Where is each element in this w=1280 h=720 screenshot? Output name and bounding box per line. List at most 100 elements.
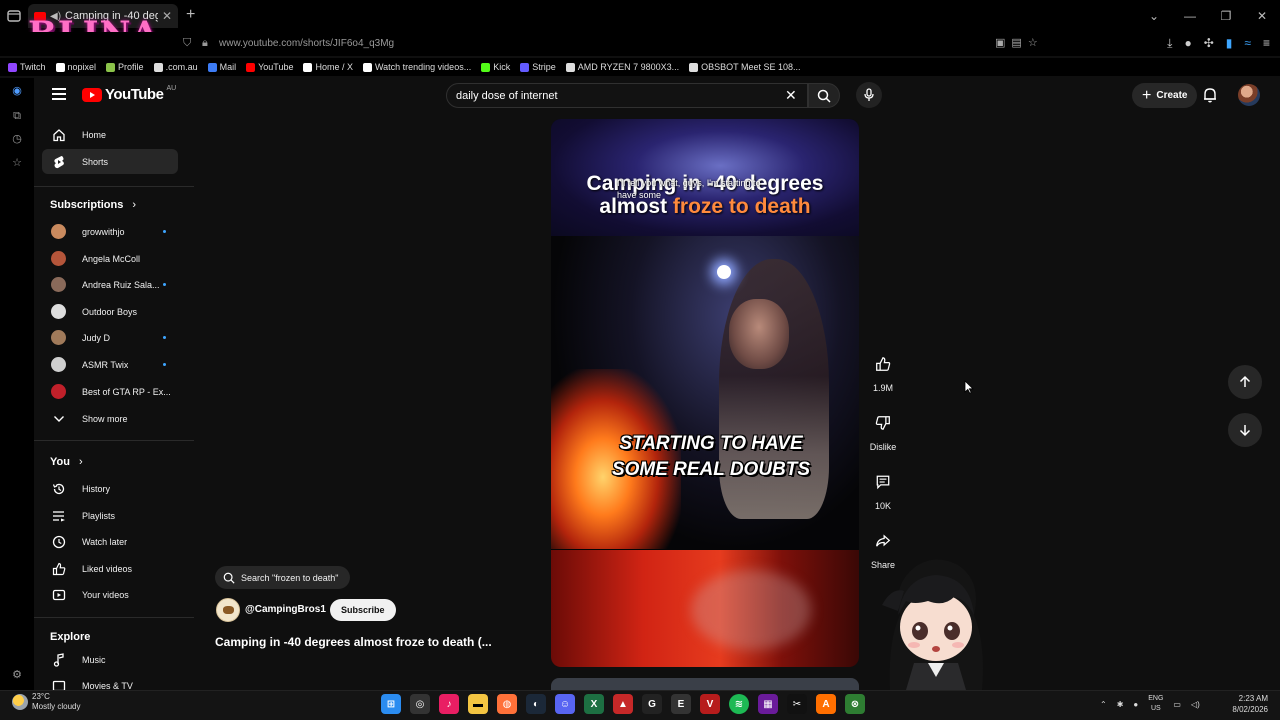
shield-icon[interactable]: ⛉	[183, 37, 191, 50]
dislike-button[interactable]: Dislike	[868, 408, 898, 452]
sidebar-item-liked-videos[interactable]: Liked videos	[42, 556, 178, 581]
subscription-item[interactable]: growwithjo	[42, 220, 178, 244]
excel-icon[interactable]: X	[584, 694, 604, 714]
app-3-icon[interactable]: V	[700, 694, 720, 714]
sidebar-item-movies[interactable]: Movies & TV	[42, 674, 178, 690]
chevron-down-icon[interactable]: ⌄	[1136, 9, 1172, 23]
github-icon[interactable]: G	[642, 694, 662, 714]
guide-menu-icon[interactable]	[52, 88, 66, 100]
bluetooth-icon[interactable]: ✱	[1117, 700, 1124, 709]
youtube-logo[interactable]: YouTube AU	[82, 85, 176, 103]
menu-icon[interactable]: ≡	[1263, 36, 1270, 51]
sidebar-item-history[interactable]: History	[42, 476, 178, 501]
steam-icon[interactable]: ◐	[526, 694, 546, 714]
previous-short-button[interactable]	[1228, 365, 1262, 399]
subscriptions-heading[interactable]: Subscriptions ›	[50, 199, 136, 211]
picture-in-picture-icon[interactable]: ▣	[995, 36, 1005, 49]
bookmark-item[interactable]: YouTube	[246, 62, 293, 72]
volume-icon[interactable]: ◁)	[1191, 700, 1200, 709]
extension-2-icon[interactable]: ≈	[1244, 36, 1251, 51]
spotify-icon[interactable]: ≋	[729, 694, 749, 714]
short-title[interactable]: Camping in -40 degrees almost froze to d…	[215, 635, 515, 649]
capcut-icon[interactable]: ✂	[787, 694, 807, 714]
file-explorer-icon[interactable]: ▬	[468, 694, 488, 714]
close-tab-icon[interactable]: ✕	[162, 9, 172, 23]
sidebar-item-your-videos[interactable]: Your videos	[42, 582, 178, 607]
comments-button[interactable]: 10K	[868, 467, 898, 511]
settings-rail-icon[interactable]: ⚙	[10, 668, 24, 682]
discord-icon[interactable]: ☺	[555, 694, 575, 714]
url-field[interactable]: www.youtube.com/shorts/JIF6o4_q3Mg	[219, 38, 394, 49]
you-heading[interactable]: You ›	[50, 456, 83, 468]
subscription-item[interactable]: Outdoor Boys	[42, 300, 178, 324]
clear-search-icon[interactable]: ✕	[785, 87, 797, 104]
bookmark-item[interactable]: .com.au	[153, 62, 198, 72]
bookmark-item[interactable]: Watch trending videos...	[362, 62, 471, 72]
app-icon[interactable]: ♪	[439, 694, 459, 714]
app-2-icon[interactable]: ▲	[613, 694, 633, 714]
bookmark-item[interactable]: Stripe	[520, 62, 556, 72]
start-icon[interactable]: ⊞	[381, 694, 401, 714]
subscription-item[interactable]: Andrea Ruiz Sala...	[42, 273, 178, 297]
subscription-item[interactable]: Angela McColl	[42, 247, 178, 271]
bookmark-item[interactable]: Home / X	[303, 62, 353, 72]
account-icon[interactable]: ●	[1184, 36, 1191, 51]
tray-chevron-icon[interactable]: ⌃	[1100, 700, 1107, 709]
voice-search-button[interactable]	[856, 82, 882, 108]
sidebar-item-playlists[interactable]: Playlists	[42, 503, 178, 528]
subscribe-button[interactable]: Subscribe	[330, 599, 396, 621]
channel-avatar[interactable]	[216, 598, 240, 622]
search-query[interactable]: daily dose of internet	[456, 90, 558, 102]
minimize-icon[interactable]: —	[1172, 9, 1208, 23]
extension-icon[interactable]: ▮	[1226, 36, 1233, 51]
bookmark-item[interactable]: nopixel	[55, 62, 96, 72]
language-indicator[interactable]: ENG US	[1148, 694, 1163, 714]
sidebar-item-watch-later[interactable]: Watch later	[42, 529, 178, 554]
show-more-button[interactable]: Show more	[42, 406, 178, 431]
sidebar-item-music[interactable]: Music	[42, 647, 178, 672]
close-window-icon[interactable]: ✕	[1244, 9, 1280, 23]
star-icon[interactable]: ☆	[1028, 36, 1038, 49]
like-button[interactable]: 1.9M	[868, 349, 898, 393]
epic-games-icon[interactable]: E	[671, 694, 691, 714]
new-tab-icon[interactable]: +	[186, 6, 195, 24]
firefox-icon[interactable]: ◍	[497, 694, 517, 714]
tabs-icon[interactable]: ⧉	[10, 110, 24, 124]
ai-icon[interactable]: ◉	[10, 84, 24, 98]
bookmark-item[interactable]: Kick	[481, 62, 510, 72]
tab-list-icon[interactable]	[6, 8, 22, 24]
next-short-button[interactable]	[1228, 413, 1262, 447]
extensions-icon[interactable]: ✣	[1204, 36, 1214, 51]
channel-name[interactable]: @CampingBros1	[245, 604, 326, 615]
app-5-icon[interactable]: A	[816, 694, 836, 714]
notifications-bell-icon[interactable]	[1201, 86, 1219, 104]
subscription-item[interactable]: ASMR Twix	[42, 353, 178, 377]
create-button[interactable]: + Create	[1132, 83, 1198, 108]
bookmark-item[interactable]: Mail	[207, 62, 236, 72]
history-rail-icon[interactable]: ◷	[10, 132, 24, 146]
lock-icon[interactable]: 🔒︎	[202, 37, 208, 50]
app-4-icon[interactable]: ▦	[758, 694, 778, 714]
bookmark-item[interactable]: OBSBOT Meet SE 108...	[689, 62, 801, 72]
download-icon[interactable]: ⤓	[1167, 36, 1172, 51]
subscription-item[interactable]: Best of GTA RP - Ex...	[42, 380, 178, 404]
sidebar-item-shorts[interactable]: Shorts	[42, 149, 178, 174]
short-video-player[interactable]: Camping in -40 degrees almost froze to d…	[551, 119, 859, 667]
xbox-icon[interactable]: ⊗	[845, 694, 865, 714]
search-taskbar-icon[interactable]: ◎	[410, 694, 430, 714]
sidebar-item-home[interactable]: Home	[42, 122, 178, 147]
network-icon[interactable]: ▭	[1173, 700, 1181, 709]
related-search-chip[interactable]: Search "frozen to death"	[215, 566, 351, 589]
bookmarks-rail-icon[interactable]: ☆	[10, 156, 24, 170]
microphone-tray-icon[interactable]: ●	[1133, 700, 1138, 709]
taskbar-clock[interactable]: 2:23 AM 8/02/2026	[1226, 693, 1268, 715]
reader-view-icon[interactable]: ▤	[1011, 36, 1021, 49]
user-avatar[interactable]	[1238, 84, 1260, 106]
subscription-item[interactable]: Judy D	[42, 326, 178, 350]
bookmark-item[interactable]: AMD RYZEN 7 9800X3...	[565, 62, 679, 72]
next-short-preview[interactable]	[551, 678, 859, 690]
bookmark-item[interactable]: Twitch	[8, 62, 46, 72]
restore-icon[interactable]: ❐	[1208, 9, 1244, 23]
weather-widget[interactable]: 23°C Mostly cloudy	[12, 692, 80, 712]
search-button[interactable]	[808, 83, 840, 108]
